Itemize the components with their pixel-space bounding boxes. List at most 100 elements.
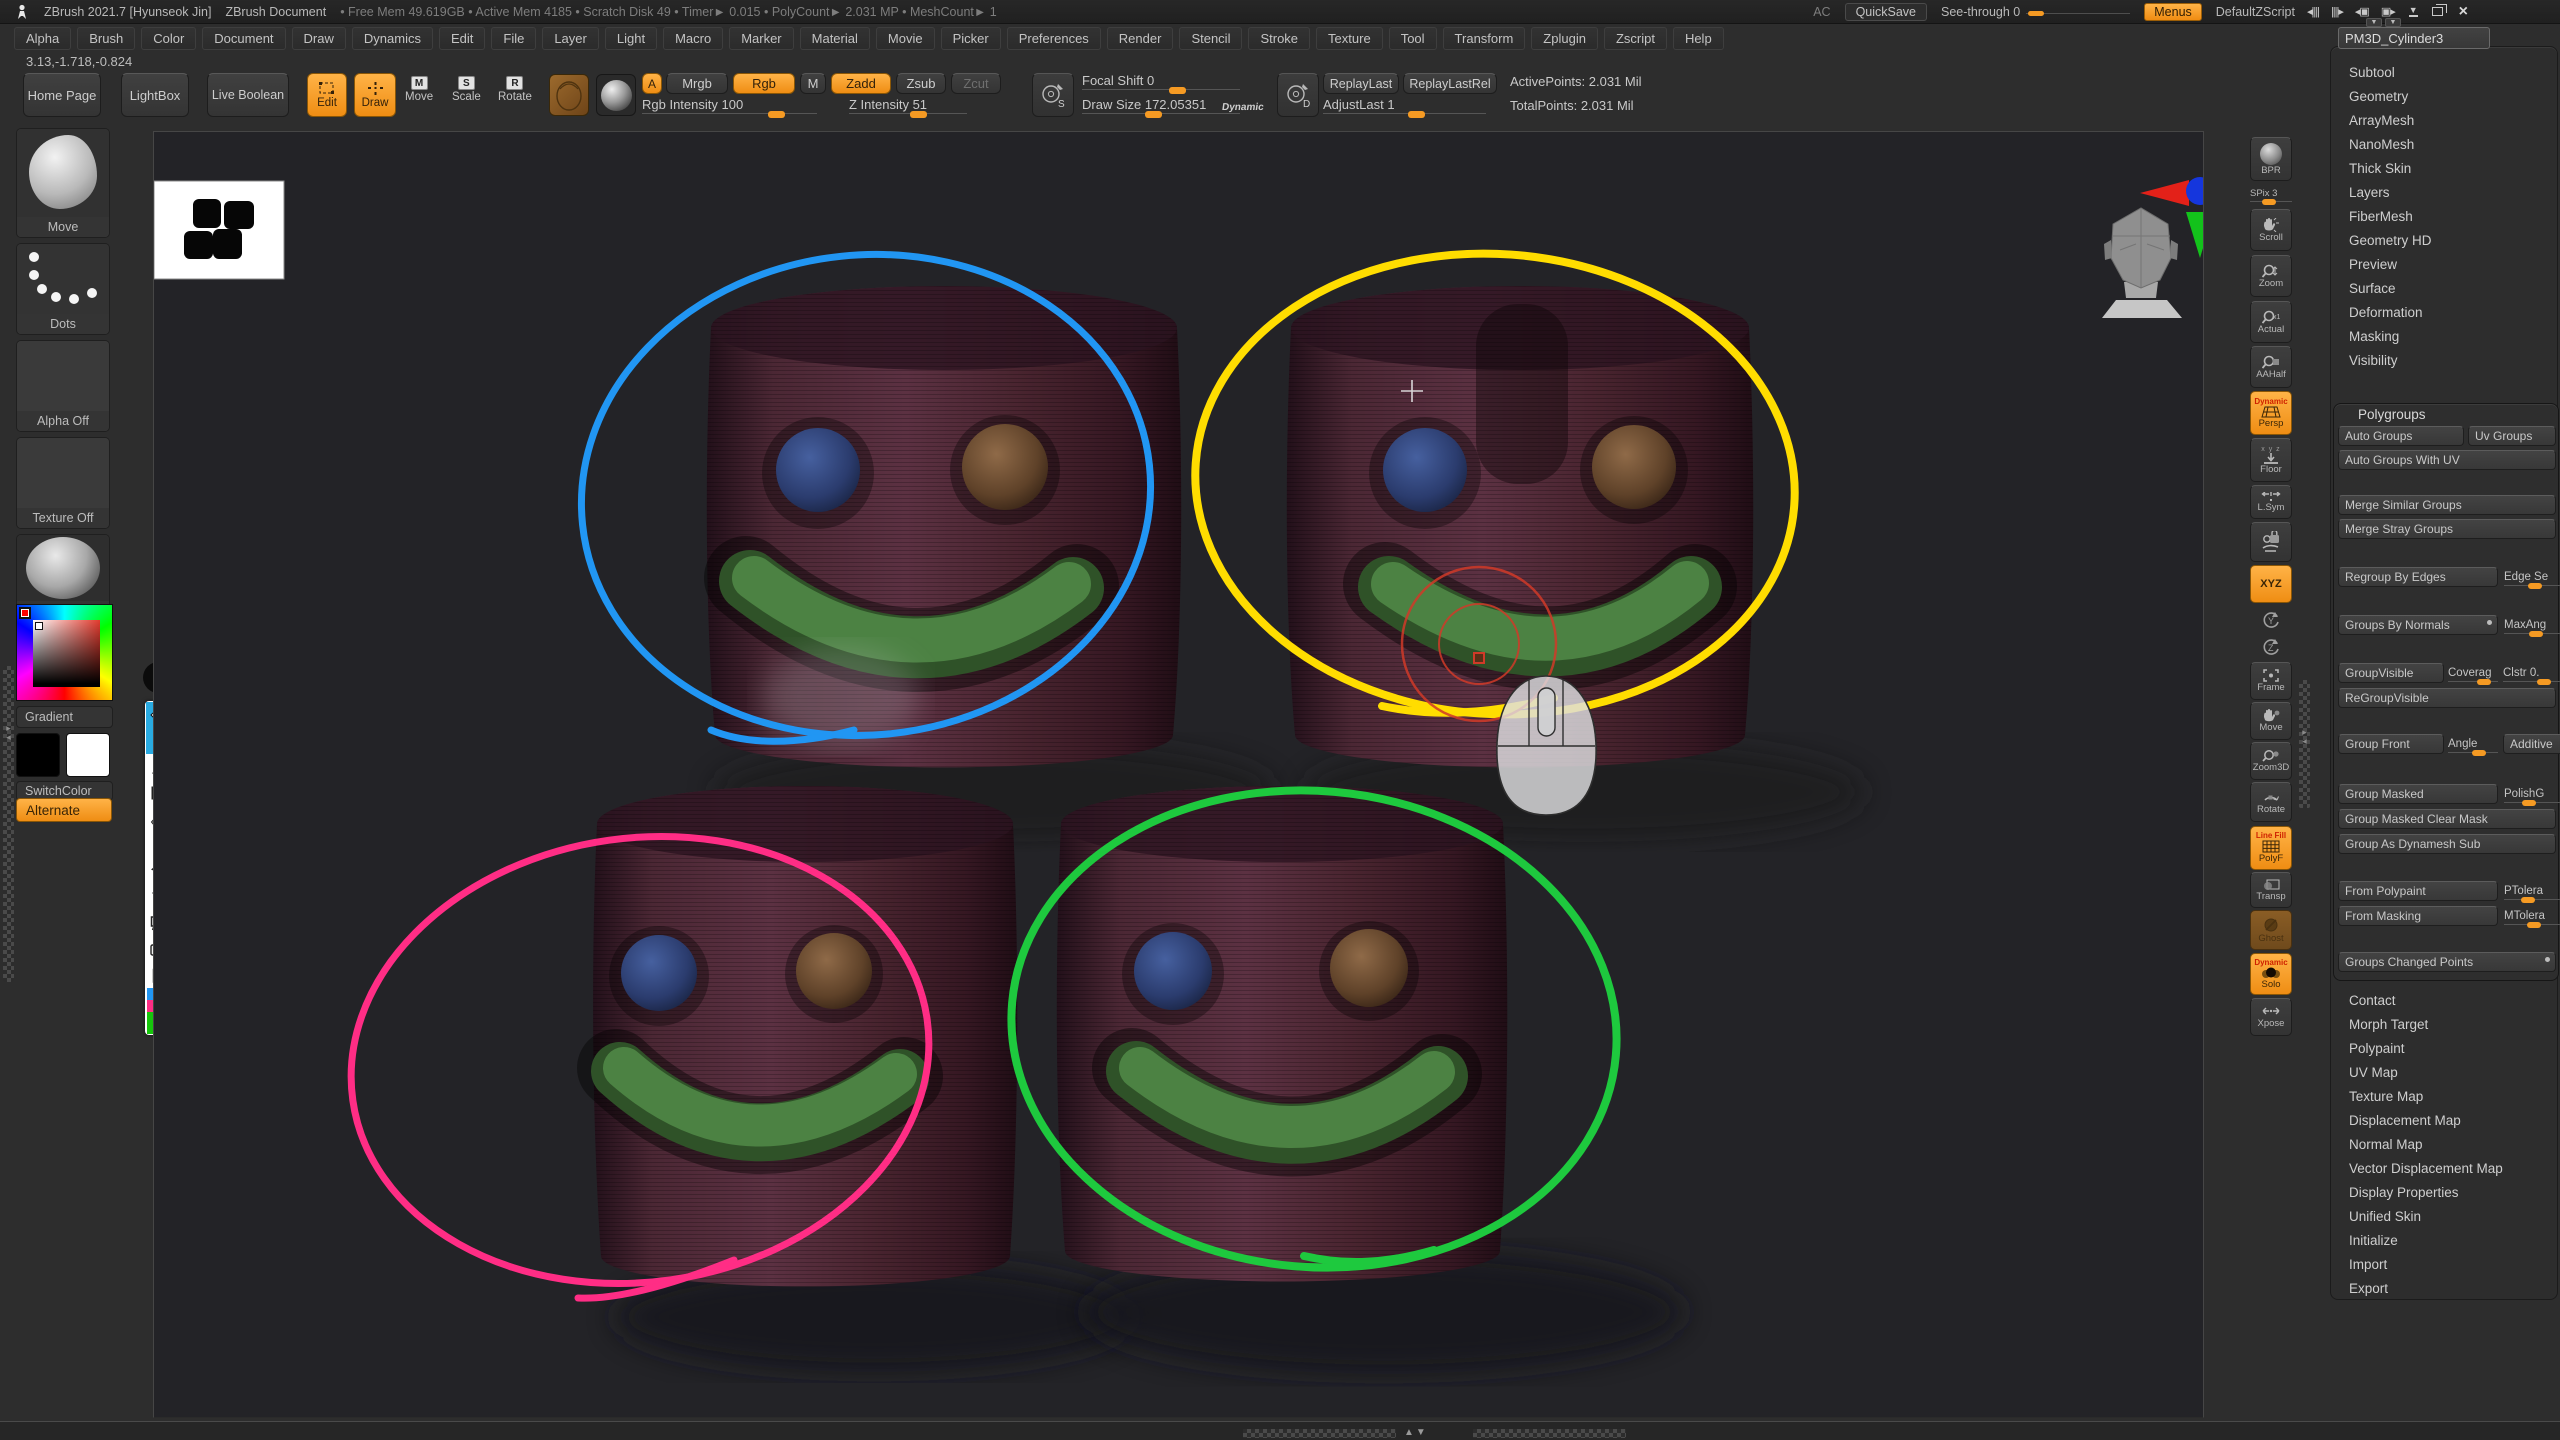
- cluster-slider[interactable]: Clstr 0.: [2503, 663, 2560, 683]
- menu-item[interactable]: Stroke: [1248, 27, 1310, 50]
- current-stroke-well[interactable]: Dots: [16, 243, 110, 335]
- default-zscript-button[interactable]: DefaultZScript: [2216, 5, 2295, 19]
- menu-item[interactable]: Zscript: [1604, 27, 1667, 50]
- rgb-toggle[interactable]: Rgb: [733, 73, 795, 94]
- replay-last-button[interactable]: ReplayLast: [1323, 73, 1399, 94]
- quicksave-button[interactable]: QuickSave: [1845, 3, 1927, 21]
- current-alpha-well[interactable]: Alpha Off: [16, 340, 110, 432]
- menu-item[interactable]: Color: [141, 27, 196, 50]
- tool-panel-title[interactable]: PM3D_Cylinder3: [2338, 27, 2490, 49]
- from-masking-button[interactable]: From Masking: [2338, 906, 2498, 926]
- zoom3d-button[interactable]: Zoom3D: [2250, 742, 2292, 780]
- uv-groups-button[interactable]: Uv Groups: [2468, 426, 2556, 446]
- xpose-button[interactable]: Xpose: [2250, 998, 2292, 1036]
- move-canvas-button[interactable]: Move: [2250, 702, 2292, 740]
- alternate-button[interactable]: Alternate: [16, 798, 112, 822]
- spin-y-button[interactable]: Y: [2250, 607, 2292, 633]
- group-masked-clear-mask-button[interactable]: Group Masked Clear Mask: [2338, 809, 2556, 829]
- group-as-dynamesh-sub-button[interactable]: Group As Dynamesh Sub: [2338, 834, 2556, 854]
- menu-item[interactable]: Edit: [439, 27, 485, 50]
- menus-button[interactable]: Menus: [2144, 3, 2202, 21]
- polygroups-header[interactable]: Polygroups: [2358, 407, 2426, 422]
- menu-item[interactable]: Alpha: [14, 27, 71, 50]
- local-transformation-lock-button[interactable]: [2250, 522, 2292, 562]
- bottom-tray-handle-left[interactable]: [1243, 1429, 1396, 1438]
- ptolerance-slider[interactable]: PTolera: [2504, 881, 2560, 901]
- tool-section-item[interactable]: FiberMesh: [2349, 205, 2432, 229]
- menu-item[interactable]: Macro: [663, 27, 723, 50]
- document-navigator-thumbnail[interactable]: [154, 181, 284, 279]
- tool-section-item[interactable]: Texture Map: [2349, 1085, 2503, 1109]
- menu-item[interactable]: Transform: [1443, 27, 1526, 50]
- spin-z-button[interactable]: Z: [2250, 634, 2292, 660]
- tool-section-item[interactable]: Initialize: [2349, 1229, 2503, 1253]
- restore-button[interactable]: [2432, 7, 2443, 16]
- polyframe-button[interactable]: Line Fill PolyF: [2250, 826, 2292, 870]
- tool-section-item[interactable]: Unified Skin: [2349, 1205, 2503, 1229]
- groups-by-normals-button[interactable]: Groups By Normals: [2338, 615, 2498, 635]
- tool-section-item[interactable]: Masking: [2349, 325, 2432, 349]
- group-masked-button[interactable]: Group Masked: [2338, 784, 2498, 804]
- actual-size-button[interactable]: x1 Actual: [2250, 301, 2292, 343]
- bottom-tray-handle-right[interactable]: [1473, 1429, 1626, 1438]
- bpr-render-button[interactable]: BPR: [2250, 137, 2292, 181]
- local-symmetry-button[interactable]: L.Sym: [2250, 485, 2292, 519]
- group-front-button[interactable]: Group Front: [2338, 734, 2444, 754]
- paint-all-toggle[interactable]: A: [642, 73, 662, 94]
- home-page-button[interactable]: Home Page: [23, 73, 101, 117]
- tool-section-item[interactable]: Import: [2349, 1253, 2503, 1277]
- left-tray-divider[interactable]: [3, 666, 14, 982]
- zcut-toggle[interactable]: Zcut: [951, 73, 1001, 94]
- tray-collapse-left-icon[interactable]: ◂||||: [2307, 5, 2319, 18]
- see-through-slider[interactable]: [2026, 10, 2130, 14]
- move-button[interactable]: M Move: [405, 76, 433, 103]
- tool-section-item[interactable]: Displacement Map: [2349, 1109, 2503, 1133]
- tool-section-item[interactable]: Deformation: [2349, 301, 2432, 325]
- menu-item[interactable]: Render: [1107, 27, 1174, 50]
- edge-smoothness-slider[interactable]: Edge Se: [2504, 567, 2560, 587]
- zadd-toggle[interactable]: Zadd: [831, 73, 891, 94]
- menu-item[interactable]: Texture: [1316, 27, 1383, 50]
- cylinder-3[interactable]: [593, 786, 1017, 1287]
- zoom-button[interactable]: Zoom: [2250, 255, 2292, 297]
- current-brush-thumbnail[interactable]: [549, 74, 589, 116]
- angle-slider[interactable]: Angle: [2448, 734, 2498, 754]
- tool-section-item[interactable]: Geometry: [2349, 85, 2432, 109]
- tool-section-item[interactable]: Geometry HD: [2349, 229, 2432, 253]
- stroke-type-button[interactable]: S: [1032, 73, 1074, 117]
- menu-item[interactable]: Preferences: [1007, 27, 1101, 50]
- tool-section-item[interactable]: Preview: [2349, 253, 2432, 277]
- left-tray-divider-arrows[interactable]: ▸◂: [3, 724, 14, 742]
- menu-item[interactable]: Zplugin: [1531, 27, 1598, 50]
- document-canvas[interactable]: [153, 131, 2204, 1418]
- edit-button[interactable]: Edit: [307, 73, 347, 117]
- menu-item[interactable]: Stencil: [1179, 27, 1242, 50]
- tool-section-item[interactable]: Vector Displacement Map: [2349, 1157, 2503, 1181]
- tool-section-item[interactable]: NanoMesh: [2349, 133, 2432, 157]
- rgb-intensity-slider[interactable]: Rgb Intensity 100: [642, 96, 817, 116]
- tool-section-item[interactable]: Layers: [2349, 181, 2432, 205]
- replay-last-rel-button[interactable]: ReplayLastRel: [1403, 73, 1497, 94]
- merge-similar-groups-button[interactable]: Merge Similar Groups: [2338, 495, 2556, 515]
- menu-item[interactable]: Draw: [292, 27, 346, 50]
- tool-section-item[interactable]: UV Map: [2349, 1061, 2503, 1085]
- tool-section-item[interactable]: Subtool: [2349, 61, 2432, 85]
- from-polypaint-button[interactable]: From Polypaint: [2338, 881, 2498, 901]
- menu-item[interactable]: File: [491, 27, 536, 50]
- menu-item[interactable]: Picker: [941, 27, 1001, 50]
- rotate-button[interactable]: R Rotate: [498, 76, 532, 103]
- solo-button[interactable]: Dynamic Solo: [2250, 953, 2292, 995]
- panel-collapse-chevron-1[interactable]: ▼: [2366, 18, 2382, 27]
- menu-item[interactable]: Brush: [77, 27, 135, 50]
- mrgb-toggle[interactable]: Mrgb: [666, 73, 728, 94]
- groups-changed-points-button[interactable]: Groups Changed Points: [2338, 952, 2556, 972]
- main-color-swatch[interactable]: [16, 733, 60, 777]
- menu-item[interactable]: Layer: [542, 27, 599, 50]
- draw-size-slider[interactable]: Draw Size 172.05351: [1082, 96, 1240, 116]
- menu-item[interactable]: Help: [1673, 27, 1724, 50]
- menu-item[interactable]: Tool: [1389, 27, 1437, 50]
- menu-item[interactable]: Document: [202, 27, 285, 50]
- tool-section-item[interactable]: Thick Skin: [2349, 157, 2432, 181]
- scale-button[interactable]: S Scale: [452, 76, 481, 103]
- ghost-button[interactable]: Ghost: [2250, 910, 2292, 950]
